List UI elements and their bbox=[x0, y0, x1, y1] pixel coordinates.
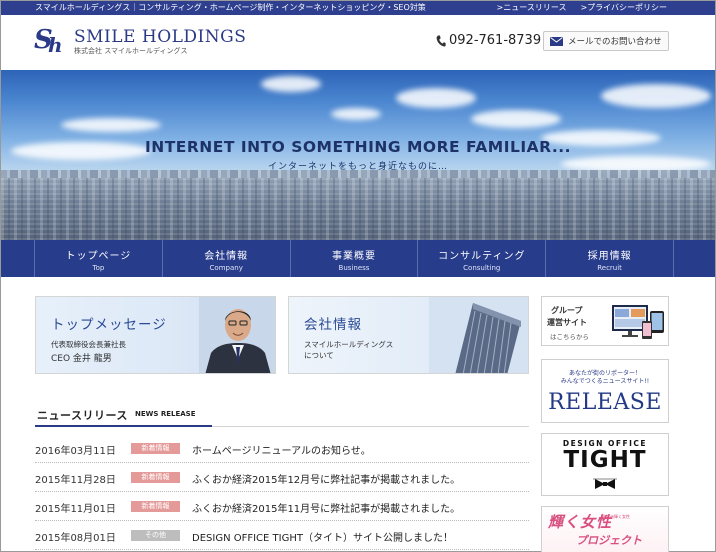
hero-banner: INTERNET INTO SOMETHING MORE FAMILIAR...… bbox=[1, 70, 715, 240]
website-thumbnails-image bbox=[612, 305, 664, 339]
phone-number-text: 092-761-8739 bbox=[449, 33, 542, 48]
news-date: 2015年08月01日 bbox=[35, 533, 116, 544]
news-section-header: ニュースリリース NEWS RELEASE bbox=[35, 405, 529, 427]
news-release-link[interactable]: >ニュースリリース bbox=[497, 1, 567, 15]
news-category-badge: 新着情報 bbox=[131, 472, 180, 483]
nav-sublabel: Business bbox=[338, 264, 370, 272]
cityscape-image bbox=[1, 178, 715, 240]
site-logo[interactable]: Sh SMILE HOLDINGS 株式会社 スマイルホールディングス bbox=[34, 25, 246, 57]
company-info-title: 会社情報 bbox=[304, 317, 362, 333]
office-tower-image bbox=[429, 297, 528, 373]
group-sites-line1: グループ bbox=[551, 306, 583, 315]
top-message-card[interactable]: トップメッセージ 代表取締役会長兼社長 CEO 金井 龍男 bbox=[35, 296, 276, 374]
logo-title: SMILE HOLDINGS bbox=[74, 27, 247, 47]
release-line2: みんなでつくるニュースサイト!! bbox=[560, 378, 650, 385]
women-project-small: 北九州輝く女性 bbox=[602, 514, 630, 519]
news-header-underline bbox=[35, 425, 212, 427]
news-category-badge: 新着情報 bbox=[131, 501, 180, 512]
news-item[interactable]: 2016年03月11日 新着情報 ホームページリニューアルのお知らせ。 bbox=[35, 434, 529, 463]
nav-item-business[interactable]: 事業概要 Business bbox=[291, 240, 419, 277]
logo-mark-icon: Sh bbox=[34, 25, 63, 57]
release-logo: RELEASE bbox=[548, 390, 662, 415]
bow-tie-icon bbox=[593, 478, 617, 489]
news-item[interactable]: 2015年11月01日 新着情報 ふくおか経済2015年11月号に弊社記事が掲載… bbox=[35, 492, 529, 521]
release-banner[interactable]: あなたが街のリポーター！ みんなでつくるニュースサイト!! RELEASE bbox=[541, 359, 669, 423]
phone-number[interactable]: 092-761-8739 bbox=[436, 33, 541, 48]
nav-item-top[interactable]: トップページ Top bbox=[35, 240, 163, 277]
ceo-position: 代表取締役会長兼社長 bbox=[51, 340, 126, 349]
group-sites-line3: はこちらから bbox=[550, 333, 589, 341]
site-tagline: スマイルホールディングス｜コンサルティング・ホームページ制作・インターネットショ… bbox=[35, 3, 426, 12]
site-header: Sh SMILE HOLDINGS 株式会社 スマイルホールディングス 092-… bbox=[1, 15, 715, 70]
privacy-policy-link[interactable]: >プライバシーポリシー bbox=[580, 1, 667, 15]
nav-label: 採用情報 bbox=[587, 251, 632, 262]
nav-label: 事業概要 bbox=[331, 251, 376, 262]
news-headline: DESIGN OFFICE TIGHT（タイト）サイト公開しました！ bbox=[192, 533, 453, 544]
shining-women-project-banner[interactable]: 輝く女性 北九州輝く女性 プロジェクト bbox=[541, 506, 669, 552]
nav-label: 会社情報 bbox=[204, 251, 249, 262]
nav-item-company[interactable]: 会社情報 Company bbox=[163, 240, 291, 277]
women-project-subtitle: プロジェクト bbox=[576, 534, 642, 547]
news-date: 2016年03月11日 bbox=[35, 446, 116, 457]
news-date: 2015年11月01日 bbox=[35, 504, 116, 515]
news-section-subtitle: NEWS RELEASE bbox=[135, 410, 196, 418]
mail-icon bbox=[550, 36, 563, 46]
top-strip: スマイルホールディングス｜コンサルティング・ホームページ制作・インターネットショ… bbox=[1, 1, 715, 15]
main-nav: トップページ Top 会社情報 Company 事業概要 Business コン… bbox=[1, 240, 715, 277]
logo-text: SMILE HOLDINGS 株式会社 スマイルホールディングス bbox=[74, 28, 246, 56]
news-item[interactable]: 2015年11月28日 新着情報 ふくおか経済2015年12月号に弊社記事が掲載… bbox=[35, 463, 529, 492]
news-headline: ふくおか経済2015年11月号に弊社記事が掲載されました。 bbox=[192, 504, 461, 515]
news-headline: ふくおか経済2015年12月号に弊社記事が掲載されました。 bbox=[192, 475, 461, 486]
mail-contact-label: メールでのお問い合わせ bbox=[568, 37, 662, 47]
hero-title: INTERNET INTO SOMETHING MORE FAMILIAR... bbox=[144, 138, 572, 156]
company-info-desc1: スマイルホールディングス bbox=[304, 340, 394, 349]
news-category-badge: 新着情報 bbox=[131, 443, 180, 454]
news-date: 2015年11月28日 bbox=[35, 475, 116, 486]
news-item[interactable]: 2015年08月01日 その他 DESIGN OFFICE TIGHT（タイト）… bbox=[35, 521, 529, 550]
hero-subtitle: インターネットをもっと身近なものに… bbox=[267, 162, 448, 172]
news-category-badge: その他 bbox=[131, 530, 180, 541]
mail-contact-button[interactable]: メールでのお問い合わせ bbox=[543, 31, 669, 51]
nav-label: トップページ bbox=[65, 251, 132, 262]
ceo-portrait-image bbox=[199, 297, 275, 373]
nav-sublabel: Top bbox=[92, 264, 105, 272]
company-info-card[interactable]: 会社情報 スマイルホールディングス について bbox=[288, 296, 529, 374]
nav-label: コンサルティング bbox=[438, 251, 526, 262]
logo-subtitle: 株式会社 スマイルホールディングス bbox=[74, 47, 188, 55]
nav-sublabel: Recruit bbox=[597, 264, 622, 272]
news-section-title: ニュースリリース bbox=[37, 409, 128, 422]
group-sites-line2: 運営サイト bbox=[547, 318, 587, 327]
ceo-name: CEO 金井 龍男 bbox=[51, 354, 112, 364]
nav-sublabel: Consulting bbox=[463, 264, 501, 272]
news-headline: ホームページリニューアルのお知らせ。 bbox=[192, 446, 371, 457]
phone-icon bbox=[436, 35, 446, 47]
nav-item-consulting[interactable]: コンサルティング Consulting bbox=[418, 240, 547, 277]
design-office-tight-banner[interactable]: DESIGN OFFICE TIGHT bbox=[541, 433, 669, 496]
top-links: >ニュースリリース >プライバシーポリシー bbox=[497, 1, 667, 15]
group-sites-banner[interactable]: グループ 運営サイト はこちらから bbox=[541, 296, 669, 346]
nav-sublabel: Company bbox=[209, 264, 243, 272]
company-info-desc2: について bbox=[304, 351, 334, 360]
top-message-title: トップメッセージ bbox=[51, 317, 167, 333]
tight-logo: TIGHT bbox=[563, 447, 647, 473]
nav-item-recruit[interactable]: 採用情報 Recruit bbox=[546, 240, 674, 277]
